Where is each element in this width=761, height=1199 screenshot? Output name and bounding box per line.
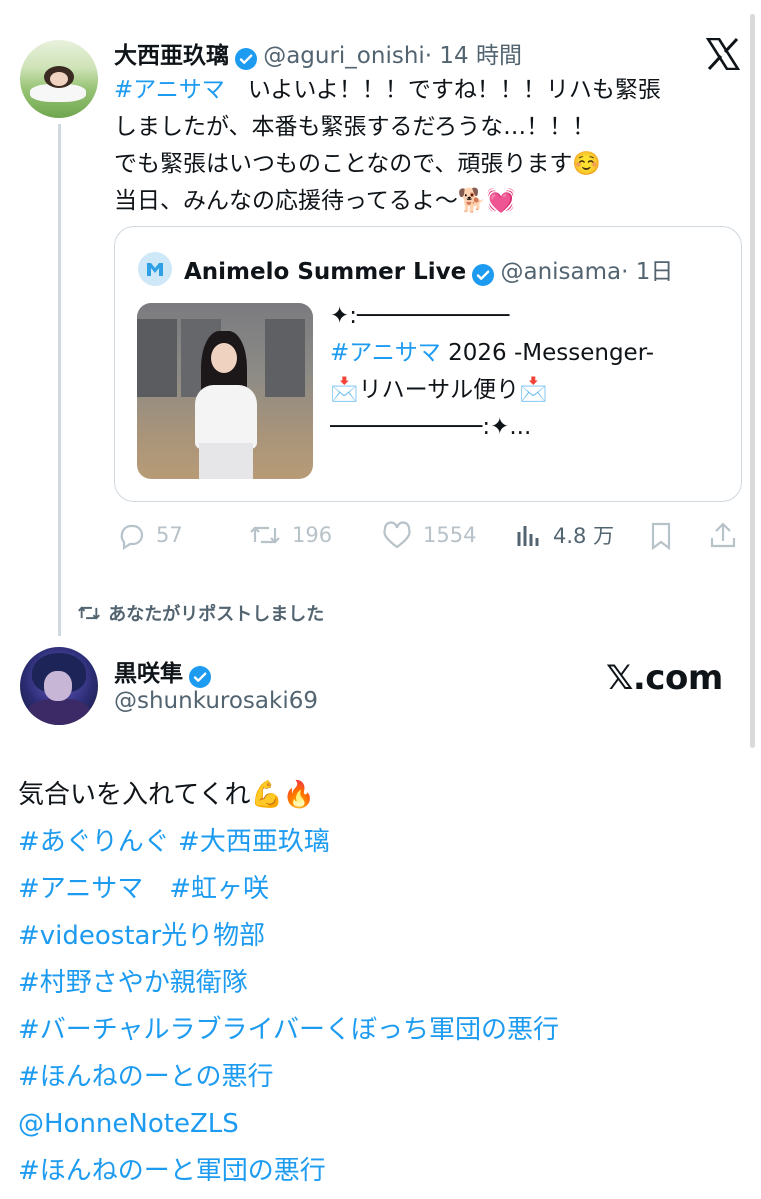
quoted-author-name[interactable]: Animelo Summer Live	[184, 259, 466, 285]
avatar[interactable]	[138, 252, 172, 286]
tweet-line-text: いよいよ！！！ですね！！！リハも緊張	[224, 77, 661, 103]
tweet-text: 気合いを入れてくれ💪🔥 #あぐりんぐ #大西亜玖璃 #アニサマ #虹ヶ咲 #vi…	[18, 772, 738, 1195]
repost-notice-text: あなたがリポストしました	[108, 604, 325, 625]
hashtag-link[interactable]: #村野さやか親衛隊	[18, 960, 738, 1007]
hashtag-link[interactable]: #ほんねのーとの悪行	[18, 1054, 738, 1101]
quoted-author-handle[interactable]: @anisama	[500, 259, 621, 285]
avatar[interactable]	[20, 40, 98, 118]
analytics-icon	[517, 526, 539, 546]
verified-badge-icon	[189, 665, 212, 688]
quoted-tweet-header: Animelo Summer Live @anisama· 1日	[184, 252, 673, 286]
tweet-text: #アニサマ いよいよ！！！ですね！！！リハも緊張 しましたが、本番も緊張するだろ…	[114, 72, 734, 220]
animelo-logo-icon	[147, 263, 163, 276]
tweet-header: 大西亜玖璃 @aguri_onishi· 14 時間	[114, 36, 522, 70]
x-logo-icon[interactable]	[706, 38, 740, 70]
author-handle[interactable]: @aguri_onishi	[263, 43, 425, 69]
reply-icon	[120, 524, 144, 550]
repost-icon	[250, 526, 280, 544]
quoted-line-text: 2026 -Messenger-	[440, 340, 654, 366]
repost-count: 196	[292, 523, 333, 547]
hashtag-link[interactable]: #バーチャルラブライバーくぼっち軍団の悪行	[18, 1007, 738, 1054]
tweet-line: #アニサマ いよいよ！！！ですね！！！リハも緊張	[114, 72, 734, 109]
bookmark-icon[interactable]	[648, 522, 674, 550]
avatar[interactable]	[20, 647, 98, 725]
tweet-header: 黒咲隼	[114, 654, 212, 688]
repost-notice: あなたがリポストしました	[76, 600, 324, 630]
views-button[interactable]: 4.8 万	[515, 520, 614, 550]
tweet-line: 気合いを入れてくれ💪🔥	[18, 780, 316, 810]
hashtag-link[interactable]: #アニサマ	[330, 340, 441, 366]
hashtag-link[interactable]: #ほんねのーと軍団の悪行	[18, 1148, 738, 1195]
quoted-line: #アニサマ 2026 -Messenger-	[330, 335, 726, 372]
tweet-line: でも緊張はいつものことなので、頑張ります☺️	[114, 151, 602, 177]
thread-line	[58, 124, 61, 636]
author-handle[interactable]: @shunkurosaki69	[114, 688, 318, 714]
tweet-line: しましたが、本番も緊張するだろうな…！！！	[114, 114, 596, 140]
scrollbar[interactable]	[750, 14, 755, 748]
mention-link[interactable]: @HonneNoteZLS	[18, 1101, 738, 1148]
like-button[interactable]: 1554	[381, 520, 476, 550]
hashtag-link[interactable]: #アニサマ #虹ヶ咲	[18, 866, 738, 913]
share-icon[interactable]	[708, 520, 738, 550]
quoted-tweet-text: ✦:─────────── #アニサマ 2026 -Messenger- 📩リハ…	[330, 298, 726, 446]
repost-button[interactable]: 196	[248, 520, 332, 550]
author-name[interactable]: 黒咲隼	[114, 661, 183, 687]
verified-badge-icon	[472, 263, 495, 286]
reply-count: 57	[156, 523, 183, 547]
hashtag-link[interactable]: #videostar光り物部	[18, 913, 738, 960]
timestamp[interactable]: · 14 時間	[425, 43, 522, 69]
tweet-line: 当日、みんなの応援待ってるよ〜🐕💓	[114, 188, 516, 214]
author-name[interactable]: 大西亜玖璃	[114, 43, 229, 69]
like-count: 1554	[423, 523, 477, 547]
quoted-line: ✦:───────────	[330, 303, 510, 329]
quoted-line: 📩リハーサル便り📩	[330, 377, 548, 403]
hashtag-link[interactable]: #アニサマ	[114, 77, 225, 103]
heart-icon	[383, 521, 411, 549]
quoted-tweet-photo[interactable]	[137, 303, 313, 479]
hashtag-link[interactable]: #あぐりんぐ #大西亜玖璃	[18, 819, 738, 866]
verified-badge-icon	[235, 47, 258, 70]
x-com-brand: 𝕏.com	[606, 658, 723, 698]
quoted-line: ───────────:✦...	[330, 414, 532, 440]
quoted-timestamp[interactable]: · 1日	[621, 259, 673, 285]
reply-button[interactable]: 57	[116, 520, 183, 550]
repost-icon	[78, 606, 100, 620]
view-count: 4.8 万	[553, 524, 615, 548]
